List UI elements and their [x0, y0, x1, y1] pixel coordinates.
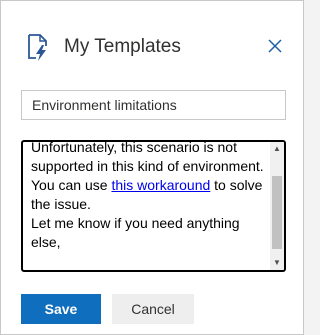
close-icon[interactable]: [266, 37, 284, 55]
body-text-before-link: You can use: [31, 177, 112, 193]
scrollbar-thumb[interactable]: [272, 176, 282, 249]
scroll-up-arrow-icon[interactable]: ▲: [270, 142, 284, 156]
save-button[interactable]: Save: [21, 294, 101, 324]
body-line-2: You can use this workaround to solve the…: [31, 176, 269, 214]
body-line-1: Unfortunately, this scenario is not supp…: [31, 140, 264, 174]
templates-panel: My Templates Unfortunately, this scenari…: [0, 0, 304, 335]
cancel-button[interactable]: Cancel: [112, 294, 194, 324]
panel-title: My Templates: [64, 36, 181, 57]
body-line-3: Let me know if you need anything else,: [31, 215, 240, 250]
workaround-link[interactable]: this workaround: [111, 177, 210, 193]
editor-scrollbar[interactable]: ▲ ▼: [270, 142, 284, 270]
template-body-text[interactable]: Unfortunately, this scenario is not supp…: [31, 140, 269, 252]
template-body-editor[interactable]: Unfortunately, this scenario is not supp…: [21, 140, 286, 272]
scroll-down-arrow-icon[interactable]: ▼: [270, 256, 284, 270]
template-name-input[interactable]: [21, 90, 286, 120]
document-lightning-icon: [28, 34, 47, 61]
